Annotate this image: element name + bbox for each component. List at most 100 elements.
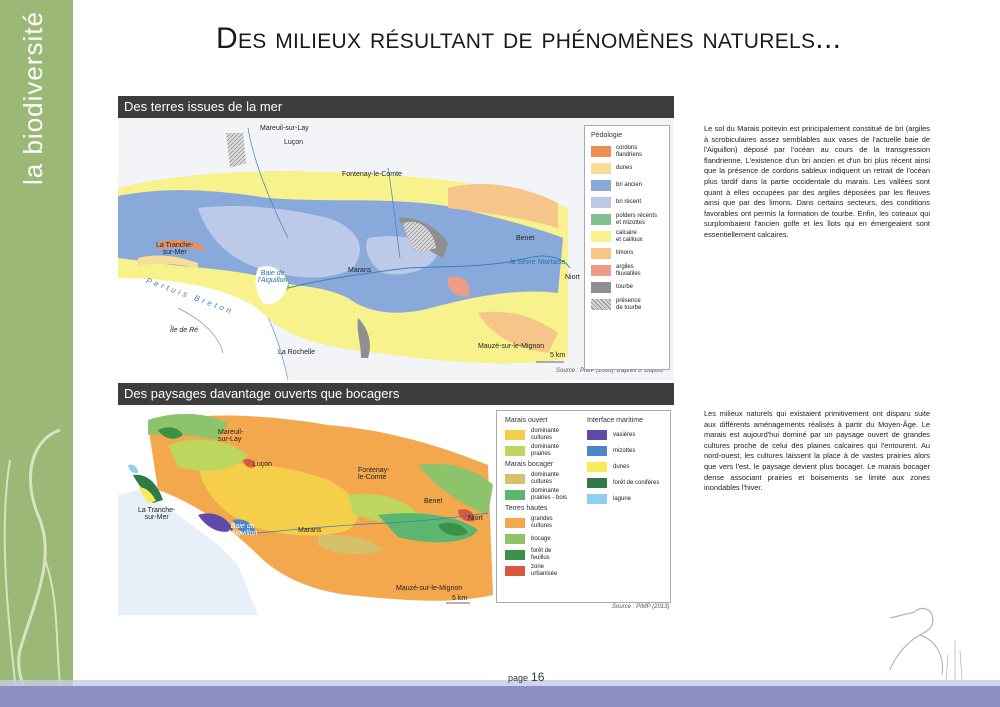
legend-swatch [505, 446, 525, 456]
place-la-tranche: La Tranche- sur-Mer [156, 242, 194, 256]
section-heading-soils: Des terres issues de la mer [118, 96, 674, 118]
legend-label: dunes [613, 463, 630, 470]
place-benet: Benet [516, 235, 535, 242]
scale-label-2: 5 km [452, 595, 468, 602]
body-text-soils: Le sol du Marais poitevin est principale… [704, 124, 930, 239]
legend-swatch [591, 163, 611, 174]
place-lucon-2: Luçon [253, 461, 273, 468]
legend-label: mizottes [613, 447, 636, 454]
legend-label: dominante prairies - bois [531, 488, 568, 501]
legend-label: argiles fluviatiles [616, 263, 641, 277]
place-la-rochelle: La Rochelle [278, 349, 315, 356]
section-heading-landscapes: Des paysages davantage ouverts que bocag… [118, 383, 674, 405]
landscape-legend-item: dominante prairies [505, 443, 589, 459]
soil-legend-item: polders récents et mizottes [591, 211, 663, 228]
landscape-legend: Marais ouvert dominante cultures dominante… [496, 410, 671, 603]
legend-label: cordons flandriens [616, 144, 643, 158]
legend-swatch [591, 282, 611, 293]
landscape-legend-item: dominante cultures [505, 471, 589, 487]
legend-swatch [505, 490, 525, 500]
river-sevre-niortaise: la Sèvre Niortaise [510, 259, 566, 266]
legend-label: dominante prairies [531, 444, 560, 457]
legend-swatch [587, 478, 607, 488]
legend-label: vasières [613, 431, 636, 438]
landscape-legend-item: vasières [587, 427, 671, 443]
soil-legend-item: dunes [591, 160, 663, 177]
legend-group-title: Marais ouvert [505, 417, 548, 424]
landscape-legend-item: grandes cultures [505, 515, 589, 531]
legend-swatch [505, 430, 525, 440]
legend-label: bri récent [616, 199, 642, 205]
legend-group-title: Terres hautes [505, 505, 548, 512]
place-lucon: Luçon [284, 139, 304, 146]
place-niort: Niort [565, 274, 580, 281]
heron-icon [889, 607, 963, 680]
legend-label: présence de tourbe [616, 297, 642, 311]
scale-label: 5 km [550, 352, 566, 359]
legend-label: forêt de feuillus [531, 548, 552, 561]
sidebar-title: la biodiversité [18, 11, 48, 185]
legend-swatch [591, 180, 611, 191]
landscape-legend-item: lagune [587, 491, 671, 507]
legend-label: grandes cultures [531, 516, 553, 529]
legend-swatch [505, 550, 525, 560]
legend-group-title: Interface maritime [587, 417, 644, 424]
soil-legend-item: argiles fluviatiles [591, 262, 663, 279]
legend-swatch [591, 231, 611, 242]
legend-swatch [505, 566, 525, 576]
legend-label: dominante cultures [531, 472, 560, 485]
place-la-tranche-2: La Tranche- sur-Mer [138, 507, 176, 521]
legend-label: bri ancien [616, 182, 643, 188]
legend-label: lagune [613, 495, 632, 502]
soil-legend: Pédologie cordons flandriens dunes bri anc… [584, 125, 670, 370]
landscape-legend-item: dominante prairies - bois [505, 487, 589, 503]
legend-swatch [591, 146, 611, 157]
landscape-legend-item: mizottes [587, 443, 671, 459]
legend-title: Pédologie [591, 132, 623, 139]
place-fontenay: Fontenay-le-Comte [342, 171, 402, 178]
landscape-legend-item: zone urbanisée [505, 563, 589, 579]
legend-swatch [505, 534, 525, 544]
page-number: page 16 [508, 668, 544, 686]
legend-swatch [591, 214, 611, 225]
legend-swatch [587, 494, 607, 504]
place-mareuil-2: Mareuil- sur-Lay [218, 429, 244, 443]
legend-swatch [587, 446, 607, 456]
soil-legend-item: cordons flandriens [591, 143, 663, 160]
legend-swatch [587, 430, 607, 440]
legend-swatch [591, 299, 611, 310]
soil-legend-item: limons [591, 245, 663, 262]
legend-label: tourbe [616, 284, 634, 290]
place-fontenay-2: Fontenay- le-Comte [358, 467, 390, 481]
page-label: page [508, 673, 529, 683]
place-mauze-2: Mauzé-sur-le-Mignon [396, 585, 463, 592]
legend-swatch [591, 248, 611, 259]
legend-label: dominante cultures [531, 428, 560, 441]
bottom-wave-bar [0, 686, 1000, 707]
landscape-legend-item: forêt de conifères [587, 475, 671, 491]
legend-swatch [591, 197, 611, 208]
place-baie-aiguillon-2: Baie de l'Aiguillon [228, 523, 258, 537]
legend-swatch [505, 474, 525, 484]
legend-label: limons [616, 250, 634, 256]
place-mauze: Mauzé-sur-le-Mignon [478, 343, 545, 350]
body-text-landscapes: Les milieux naturels qui existaient prim… [704, 409, 930, 493]
legend-label: polders récents et mizottes [616, 212, 658, 226]
legend-group-title: Marais bocager [505, 461, 554, 468]
legend-label: bocage [531, 535, 551, 542]
landscape-legend-item: forêt de feuillus [505, 547, 589, 563]
legend-swatch [591, 265, 611, 276]
soil-legend-item: tourbe [591, 279, 663, 296]
place-marans: Marans [348, 267, 372, 274]
sidebar-band: la biodiversité [0, 0, 73, 707]
legend-label: zone urbanisée [531, 564, 558, 577]
soil-legend-item: bri récent [591, 194, 663, 211]
place-ile-de-re: Île de Ré [170, 327, 199, 334]
place-baie-aiguillon: Baie de l'Aiguillon [258, 270, 288, 284]
soil-legend-item: calcaire et cailloux [591, 228, 663, 245]
place-benet-2: Benet [424, 498, 443, 505]
soil-legend-item: bri ancien [591, 177, 663, 194]
place-marans-2: Marans [298, 527, 322, 534]
landscape-legend-item: dunes [587, 459, 671, 475]
legend-swatch [587, 462, 607, 472]
